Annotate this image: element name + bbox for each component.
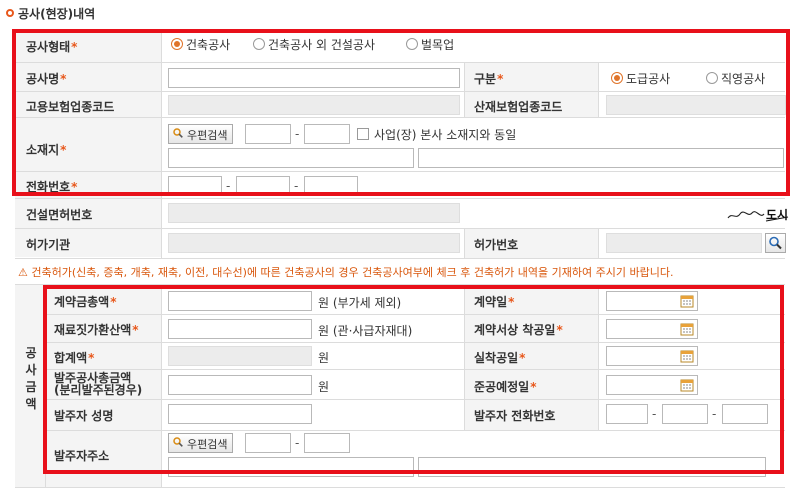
highlight-box-site-details bbox=[12, 29, 790, 196]
highlight-box-amount-details bbox=[43, 285, 784, 474]
permit-number-label: 허가번호 bbox=[474, 238, 519, 252]
section-bullet-icon bbox=[6, 9, 14, 17]
permit-agency-label: 허가기관 bbox=[26, 238, 71, 252]
amount-side-label: 공 사 금 액 bbox=[25, 346, 37, 411]
section-title: 공사(현장)내역 bbox=[18, 7, 96, 21]
license-number-label: 건설면허번호 bbox=[26, 208, 93, 222]
license-number-input bbox=[168, 203, 460, 223]
signature-logo: 도시 bbox=[727, 208, 788, 222]
permit-search-button[interactable] bbox=[765, 233, 786, 253]
permit-number-input bbox=[606, 233, 762, 253]
permit-agency-input bbox=[168, 233, 460, 253]
magnifier-icon bbox=[769, 236, 782, 250]
building-permit-warning: ⚠ 건축허가(신축, 증축, 개축, 재축, 이전, 대수선)에 따른 건축공사… bbox=[18, 266, 674, 279]
